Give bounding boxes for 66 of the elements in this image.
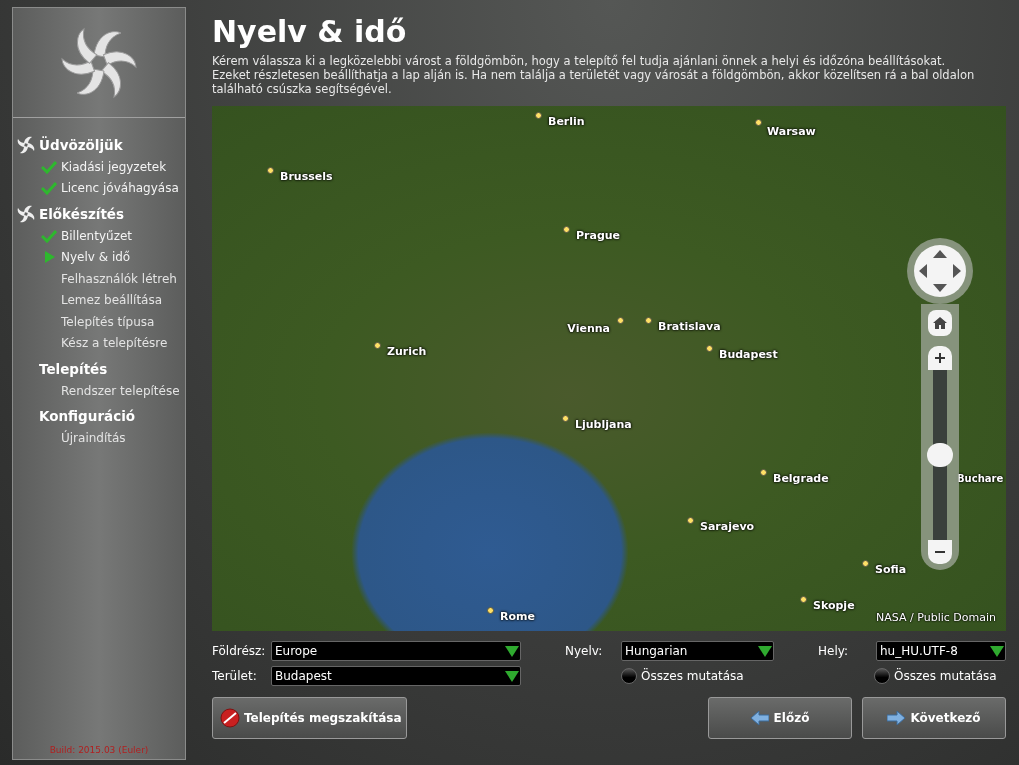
city-label[interactable]: Ljubljana [575, 417, 632, 434]
city-label[interactable]: Warsaw [767, 124, 816, 141]
dropdown-arrow-icon [989, 644, 1005, 658]
next-button[interactable]: Következő [862, 697, 1006, 739]
check-icon [41, 181, 57, 196]
radio-label[interactable]: Összes mutatása [641, 667, 744, 685]
section-title: Telepítés [39, 359, 108, 379]
section-title: Konfiguráció [39, 407, 136, 427]
step-label: Felhasználók létreh [61, 270, 177, 288]
city-label[interactable]: Brussels [280, 169, 333, 186]
page-title: Nyelv & idő [212, 14, 408, 50]
step-label: Licenc jóváhagyása [61, 180, 179, 198]
left-arrow-icon [750, 711, 769, 725]
dropdown-arrow-icon [504, 644, 520, 658]
step-label: Kiadási jegyzetek [61, 158, 167, 176]
dropdown-arrow-icon [504, 669, 520, 683]
step-label: Újraindítás [61, 429, 126, 448]
city-label[interactable]: Prague [576, 228, 621, 245]
check-icon [41, 228, 57, 243]
build-label: Build: 2015.03 (Euler) [49, 743, 149, 757]
section-title: Üdvözöljük [39, 135, 123, 155]
field-label: Földrész: [212, 643, 267, 660]
city-label[interactable]: Bratislava [658, 319, 721, 336]
step-label: Rendszer telepítése [61, 382, 180, 400]
language-dropdown[interactable]: Hungarian [621, 641, 774, 661]
radio-button[interactable] [874, 668, 890, 684]
step-label: Telepítés típusa [61, 313, 155, 331]
back-button[interactable]: Előző [708, 697, 852, 739]
abort-button[interactable]: Telepítés megszakítása [212, 697, 407, 739]
zoom-in-button[interactable] [928, 346, 952, 370]
attribution-text: NASA / Public Domain [876, 609, 996, 626]
zoom-slider-thumb[interactable] [927, 443, 953, 467]
plus-icon [935, 353, 945, 363]
map-view[interactable]: Berlin Warsaw Brussels Prague Zurich Vienna Bratislava Budapest Ljubljana Belgrade Buchare Sarajevo Sofia Skopje Rome NASA / Public Domain [212, 106, 1006, 631]
city-label[interactable]: Vienna [567, 321, 610, 338]
locale-dropdown[interactable]: hu_HU.UTF-8 [876, 641, 1006, 661]
description-text: Kérem válassza ki a legközelebbi várost a földgömbön, hogy a telepítő fel tudja ajánlani önnek a helyi és időzóna beállításokat. Ezeket részletesen beállíthatja a lap alján is. Ha nem találja a területét vagy városát a földgömbön, akkor közelítsen rá a bal oldalon található csúszka segítségével. [212, 54, 976, 96]
pan-arrows-icon [913, 244, 967, 298]
radio-label[interactable]: Összes mutatása [894, 667, 997, 685]
city-label[interactable]: Sarajevo [700, 519, 755, 536]
field-label: Terület: [212, 668, 258, 685]
zoom-out-button[interactable] [928, 540, 952, 564]
stop-icon [220, 708, 240, 728]
city-label[interactable]: Zurich [387, 344, 427, 361]
dropdown-arrow-icon [757, 644, 773, 658]
continent-dropdown[interactable]: Europe [271, 641, 521, 661]
step-label: Lemez beállítása [61, 292, 163, 310]
city-label[interactable]: Buchare [957, 471, 1004, 486]
city-label[interactable]: Skopje [813, 598, 855, 615]
city-label[interactable]: Belgrade [773, 471, 829, 488]
city-label[interactable]: Sofia [875, 562, 907, 579]
city-label[interactable]: Berlin [548, 114, 585, 131]
radio-button[interactable] [621, 668, 637, 684]
city-label[interactable]: Rome [500, 609, 535, 626]
check-icon [41, 159, 57, 174]
step-label: Kész a telepítésre [61, 335, 168, 353]
section-title: Előkészítés [39, 204, 125, 224]
home-icon [933, 317, 947, 329]
right-arrow-icon [887, 711, 906, 725]
field-label: Nyelv: [565, 643, 604, 660]
home-button[interactable] [928, 310, 952, 336]
step-label: Nyelv & idő [61, 249, 131, 267]
city-label[interactable]: Budapest [719, 347, 778, 364]
region-dropdown[interactable]: Budapest [271, 666, 521, 686]
field-label: Hely: [818, 643, 849, 660]
step-label: Billentyűzet [61, 227, 133, 245]
